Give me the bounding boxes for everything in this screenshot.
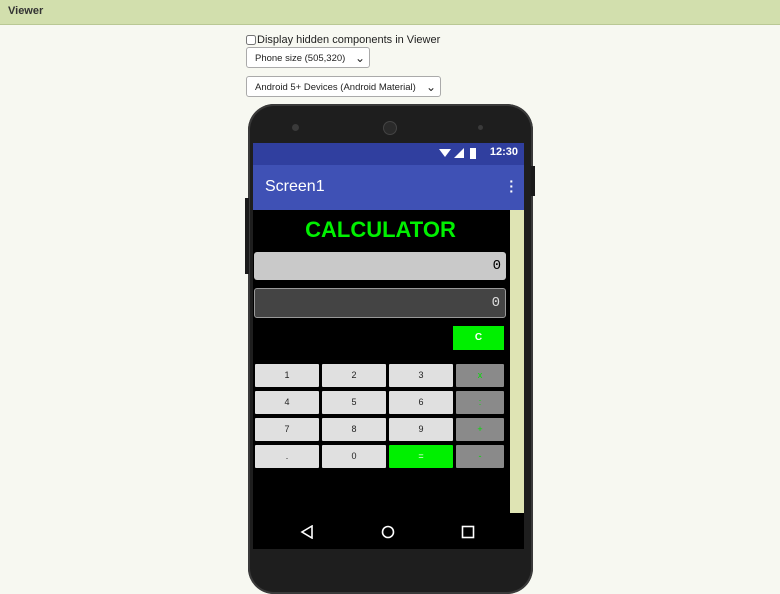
key-plus[interactable]: + — [456, 418, 504, 441]
key-4[interactable]: 4 — [255, 391, 319, 414]
overflow-menu-icon[interactable]: · · · — [509, 174, 514, 198]
back-icon[interactable] — [300, 525, 320, 539]
chevron-down-icon: ⌄ — [354, 51, 365, 65]
key-minus[interactable]: - — [456, 445, 504, 468]
battery-icon — [470, 148, 476, 159]
app-content: CALCULATOR 0 0 C 1 2 3 x 4 5 6 : 7 8 9 +… — [253, 210, 524, 513]
nav-bar — [253, 513, 524, 549]
theme-select[interactable]: Android 5+ Devices (Android Material) ⌄ — [246, 76, 441, 97]
status-bar: 12:30 — [253, 143, 524, 165]
viewer-header: Viewer — [0, 0, 780, 25]
app-bar: Screen1 · · · — [253, 165, 524, 210]
key-2[interactable]: 2 — [322, 364, 386, 387]
phone-power-button — [531, 166, 535, 196]
key-divide[interactable]: : — [456, 391, 504, 414]
key-0[interactable]: 0 — [322, 445, 386, 468]
key-1[interactable]: 1 — [255, 364, 319, 387]
phone-size-select[interactable]: Phone size (505,320) ⌄ — [246, 47, 370, 68]
app-title: Screen1 — [265, 178, 325, 195]
display-hidden-toggle[interactable]: Display hidden components in Viewer — [246, 34, 440, 46]
camera-icon — [384, 122, 396, 134]
key-7[interactable]: 7 — [255, 418, 319, 441]
key-6[interactable]: 6 — [389, 391, 453, 414]
status-time: 12:30 — [489, 146, 518, 158]
viewer-controls: Display hidden components in Viewer Phon… — [246, 34, 441, 97]
display-hidden-label: Display hidden components in Viewer — [257, 34, 441, 46]
result-display[interactable]: 0 — [254, 252, 506, 280]
wifi-icon — [439, 149, 451, 157]
phone-size-value: Phone size (505,320) — [255, 53, 346, 64]
sensor-icon — [478, 125, 483, 130]
key-5[interactable]: 5 — [322, 391, 386, 414]
phone-screen: 12:30 Screen1 · · · CALCULATOR 0 0 C 1 2 3… — [253, 143, 524, 549]
input-display[interactable]: 0 — [254, 288, 506, 318]
phone-side-button — [245, 198, 249, 274]
key-3[interactable]: 3 — [389, 364, 453, 387]
key-8[interactable]: 8 — [322, 418, 386, 441]
theme-value: Android 5+ Devices (Android Material) — [255, 82, 416, 93]
display-hidden-checkbox[interactable] — [246, 35, 256, 45]
viewer-title: Viewer — [8, 5, 44, 17]
recents-icon[interactable] — [461, 525, 481, 539]
key-equals[interactable]: = — [389, 445, 453, 468]
scrollbar[interactable] — [510, 210, 524, 513]
signal-icon — [454, 148, 464, 158]
status-icons — [439, 148, 476, 159]
key-9[interactable]: 9 — [389, 418, 453, 441]
calculator-title: CALCULATOR — [305, 217, 456, 242]
proximity-sensor-icon — [292, 124, 299, 131]
clear-button[interactable]: C — [453, 326, 504, 350]
key-multiply[interactable]: x — [456, 364, 504, 387]
key-decimal[interactable]: . — [255, 445, 319, 468]
home-icon[interactable] — [381, 525, 401, 539]
chevron-down-icon: ⌄ — [425, 80, 436, 94]
